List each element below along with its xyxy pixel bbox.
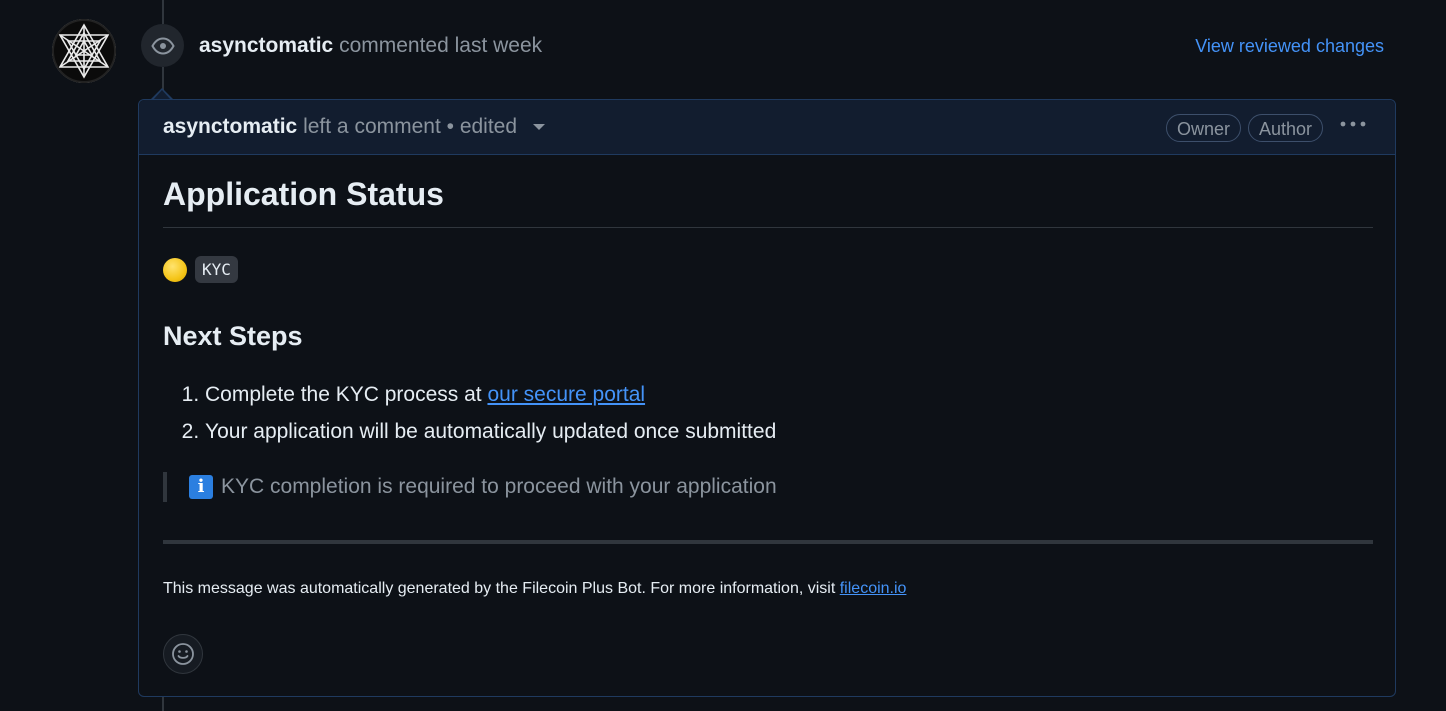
yellow-circle-emoji: [163, 257, 187, 282]
filecoin-link[interactable]: filecoin.io: [840, 580, 907, 597]
heading-divider: [163, 227, 1373, 228]
next-steps-heading: Next Steps: [163, 321, 303, 351]
timeline-author[interactable]: asynctomatic: [199, 34, 333, 57]
timeline-action: commented last week: [339, 34, 543, 57]
section-divider: [163, 540, 1373, 544]
author-label: Author: [1248, 114, 1324, 142]
view-reviewed-changes-link[interactable]: View reviewed changes: [1195, 36, 1384, 57]
comment-body: Application Status KYC Next Steps Comple…: [163, 178, 1373, 598]
kebab-horizontal-icon[interactable]: [1339, 117, 1367, 135]
comment-author[interactable]: asynctomatic: [163, 115, 297, 138]
information-icon: i: [189, 475, 213, 499]
triangle-down-icon[interactable]: [532, 124, 545, 131]
comment-header: asynctomatic left a comment • edited Own…: [139, 100, 1395, 155]
list-item: Complete the KYC process at our secure p…: [205, 376, 1373, 413]
step-2-text: Your application will be automatically u…: [205, 420, 777, 443]
kyc-code-badge: KYC: [195, 256, 238, 283]
quote-text: KYC completion is required to proceed wi…: [221, 475, 777, 498]
status-row: KYC: [163, 256, 1373, 283]
comment-box: asynctomatic left a comment • edited Own…: [138, 99, 1396, 697]
step-1-text: Complete the KYC process at: [205, 383, 488, 406]
timeline-header: asynctomatic commented last week: [199, 34, 542, 58]
footer-note: This message was automatically generated…: [163, 580, 1373, 598]
steps-list: Complete the KYC process at our secure p…: [163, 376, 1373, 450]
eye-icon: [141, 24, 184, 67]
comment-meta: asynctomatic left a comment • edited: [163, 115, 545, 139]
footer-text: This message was automatically generated…: [163, 580, 840, 597]
application-status-heading: Application Status: [163, 176, 444, 212]
timeline-line-top: [162, 0, 164, 24]
add-reaction-button[interactable]: [163, 634, 203, 674]
timeline-line-bottom: [162, 697, 164, 711]
list-item: Your application will be automatically u…: [205, 413, 1373, 450]
avatar[interactable]: [52, 19, 116, 83]
info-blockquote: i KYC completion is required to proceed …: [163, 472, 1373, 502]
comment-action: left a comment • edited: [303, 115, 518, 138]
smiley-icon: [172, 643, 194, 665]
owner-label: Owner: [1166, 114, 1242, 142]
secure-portal-link[interactable]: our secure portal: [487, 383, 645, 406]
